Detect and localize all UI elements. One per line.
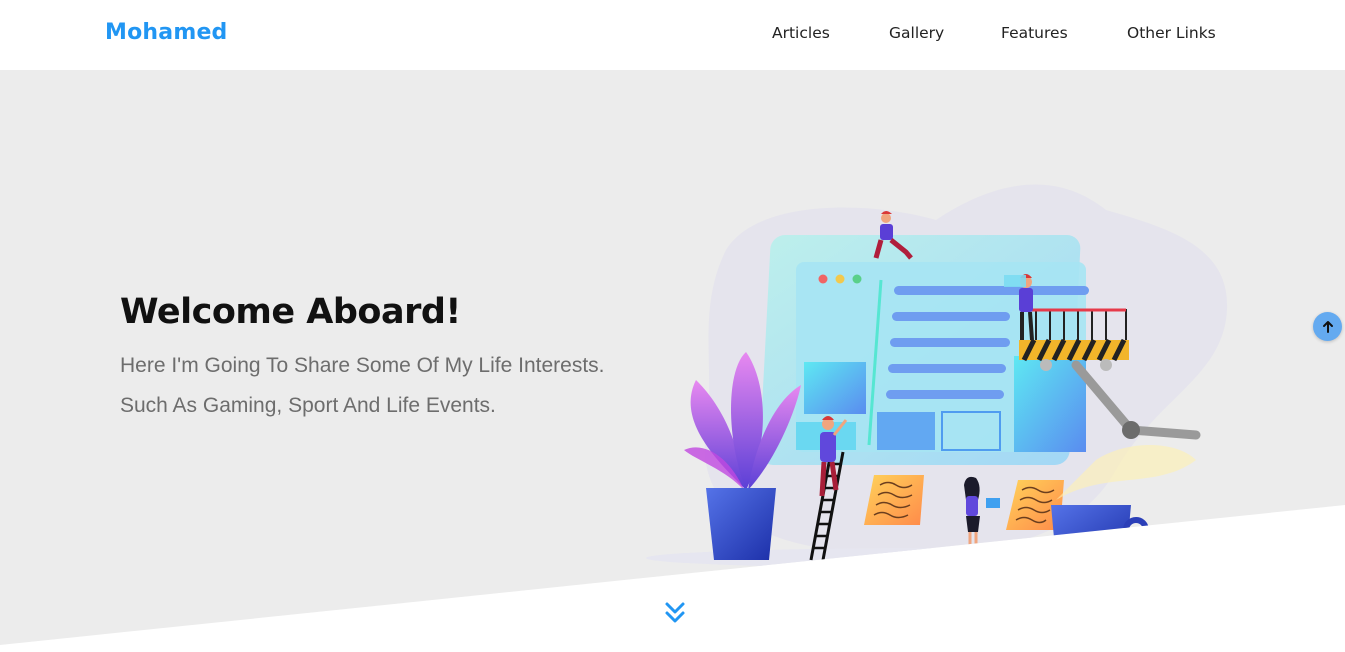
- hero-illustration: [646, 184, 1236, 568]
- main-nav: Articles Gallery Features Other Links: [0, 24, 1345, 48]
- hero-title: Welcome Aboard!: [120, 292, 461, 332]
- scroll-down-button[interactable]: [663, 600, 687, 626]
- site-header: Mohamed Articles Gallery Features Other …: [0, 0, 1345, 70]
- hero-description: Here I'm Going To Share Some Of My Life …: [120, 354, 605, 417]
- nav-link-articles[interactable]: Articles: [772, 24, 830, 42]
- nav-link-other-links[interactable]: Other Links: [1127, 24, 1216, 42]
- hero-text: Welcome Aboard! Here I'm Going To Share …: [120, 292, 640, 426]
- hero-section: Welcome Aboard! Here I'm Going To Share …: [0, 70, 1345, 645]
- arrow-up-icon: [1322, 320, 1333, 333]
- double-chevron-down-icon: [665, 602, 685, 623]
- nav-link-features[interactable]: Features: [1001, 24, 1068, 42]
- scroll-top-button[interactable]: [1313, 312, 1342, 341]
- nav-link-gallery[interactable]: Gallery: [889, 24, 944, 42]
